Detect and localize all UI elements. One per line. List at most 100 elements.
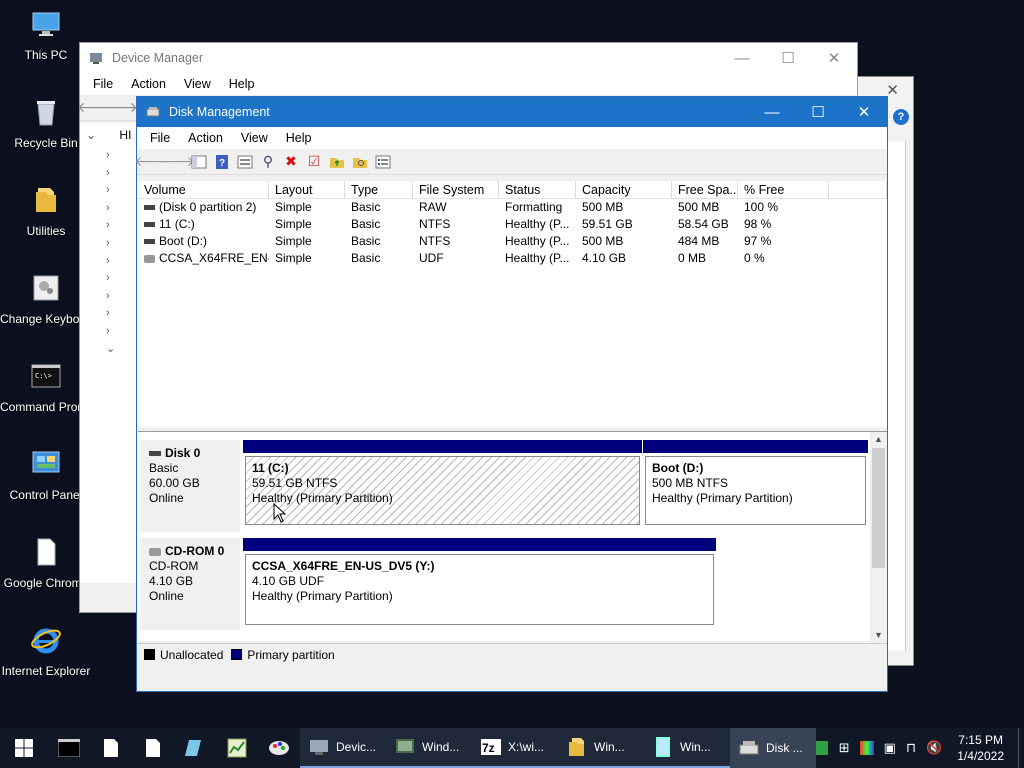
disk-management-titlebar[interactable]: Disk Management — ☐ ✕ xyxy=(137,97,887,127)
disk-name: CD-ROM 0 xyxy=(165,544,225,558)
taskbar-app-device-manager[interactable]: Devic... xyxy=(300,728,386,768)
network-icon[interactable]: ⊞ xyxy=(839,740,850,756)
close-icon[interactable]: ✕ xyxy=(886,81,899,99)
chevron-right-icon[interactable]: › xyxy=(106,305,115,323)
column-header-volume[interactable]: Volume xyxy=(138,181,269,198)
volume-type: Basic xyxy=(351,251,381,265)
chevron-right-icon[interactable]: › xyxy=(106,253,115,271)
partition-body: Boot (D:) 500 MB NTFS Healthy (Primary P… xyxy=(645,456,866,525)
scrollbar-thumb[interactable] xyxy=(872,448,885,568)
check-icon[interactable]: ☑ xyxy=(304,152,324,172)
start-button[interactable] xyxy=(0,728,48,768)
column-header-capacity[interactable]: Capacity xyxy=(576,181,672,198)
svg-text:?: ? xyxy=(219,158,225,169)
folder-up-icon[interactable] xyxy=(327,152,347,172)
forward-arrow-icon[interactable]: 🡒 xyxy=(157,152,195,172)
menu-action[interactable]: Action xyxy=(122,77,175,91)
table-row[interactable]: (Disk 0 partition 2) Simple Basic RAW Fo… xyxy=(138,199,887,216)
taskbar-pinned-file-1[interactable] xyxy=(90,728,132,768)
clock-date: 1/4/2022 xyxy=(957,749,1004,763)
volume-layout: Simple xyxy=(275,251,312,265)
menu-file[interactable]: File xyxy=(84,77,122,91)
delete-icon[interactable]: ✖ xyxy=(281,152,301,172)
disk-size: 60.00 GB xyxy=(149,476,200,490)
forward-arrow-icon[interactable]: 🡒 xyxy=(100,98,138,118)
chevron-right-icon[interactable]: › xyxy=(106,182,115,200)
taskbar-pinned-monitor[interactable] xyxy=(216,728,258,768)
monitor-tray-icon[interactable]: ▣ xyxy=(884,740,896,756)
menu-view[interactable]: View xyxy=(175,77,220,91)
volume-capacity: 500 MB xyxy=(582,234,624,248)
clock[interactable]: 7:15 PM 1/4/2022 xyxy=(957,732,1004,764)
disk-icon xyxy=(149,451,161,457)
notifications-icon[interactable] xyxy=(1018,728,1024,768)
usb-icon[interactable]: ⊓ xyxy=(906,740,916,756)
disk-management-window[interactable]: Disk Management — ☐ ✕ File Action View H… xyxy=(134,96,888,692)
scroll-up-icon[interactable]: ▲ xyxy=(870,432,887,446)
minimize-button[interactable]: — xyxy=(749,97,795,127)
column-header-type[interactable]: Type xyxy=(345,181,413,198)
volume-muted-icon[interactable]: 🔇 xyxy=(926,740,942,756)
close-button[interactable]: ✕ xyxy=(841,97,887,127)
tree-root[interactable]: ⌄ HI xyxy=(86,128,131,142)
table-row[interactable]: 11 (C:) Simple Basic NTFS Healthy (P... … xyxy=(138,216,887,233)
desktop-icon-internet-explorer[interactable]: Internet Explorer xyxy=(0,624,92,679)
taskbar-app-notepad[interactable]: Win... xyxy=(644,728,730,768)
cdrom-0-label[interactable]: CD-ROM 0 CD-ROM 4.10 GB Online xyxy=(140,538,240,630)
chevron-right-icon[interactable]: › xyxy=(106,288,115,306)
partition-c[interactable]: 11 (C:) 59.51 GB NTFS Healthy (Primary P… xyxy=(243,440,642,528)
taskbar-app-disk-management[interactable]: Disk ... xyxy=(730,728,816,768)
taskbar-pinned-notepad[interactable] xyxy=(174,728,216,768)
column-header-percent-free[interactable]: % Free xyxy=(738,181,829,198)
disk-pane-scrollbar[interactable]: ▲ ▼ xyxy=(870,432,887,642)
partition-d[interactable]: Boot (D:) 500 MB NTFS Healthy (Primary P… xyxy=(643,440,868,528)
close-button[interactable]: ✕ xyxy=(811,43,857,73)
connect-icon[interactable]: ⚲ xyxy=(258,152,278,172)
menu-view[interactable]: View xyxy=(232,131,277,145)
taskbar-app-windows-setup[interactable]: Wind... xyxy=(386,728,472,768)
console-tree-icon[interactable] xyxy=(189,152,209,172)
taskbar-pinned-file-2[interactable] xyxy=(132,728,174,768)
properties-icon[interactable] xyxy=(235,152,255,172)
chevron-down-icon[interactable]: ⌄ xyxy=(86,128,96,142)
scroll-down-icon[interactable]: ▼ xyxy=(870,628,887,642)
chevron-right-icon[interactable]: › xyxy=(106,270,115,288)
list-view-icon[interactable] xyxy=(373,152,393,172)
menu-help[interactable]: Help xyxy=(220,77,264,91)
column-header-layout[interactable]: Layout xyxy=(269,181,345,198)
minimize-button[interactable]: — xyxy=(719,43,765,73)
menu-action[interactable]: Action xyxy=(179,131,232,145)
chevron-right-icon[interactable]: › xyxy=(106,235,115,253)
help-icon[interactable]: ? xyxy=(893,109,909,125)
chevron-right-icon[interactable]: › xyxy=(106,323,115,341)
help-icon[interactable]: ? xyxy=(212,152,232,172)
chevron-right-icon[interactable]: › xyxy=(106,147,115,165)
partition-name: Boot (D:) xyxy=(652,461,704,475)
maximize-button[interactable]: ☐ xyxy=(765,43,811,73)
color-icon[interactable] xyxy=(859,741,874,755)
taskbar-pinned-cmd[interactable] xyxy=(48,728,90,768)
table-row[interactable]: CCSA_X64FRE_EN-... Simple Basic UDF Heal… xyxy=(138,250,887,267)
legend: Unallocated Primary partition xyxy=(138,643,887,665)
menu-help[interactable]: Help xyxy=(277,131,321,145)
chevron-right-icon[interactable]: › xyxy=(106,217,115,235)
partition-y[interactable]: CCSA_X64FRE_EN-US_DV5 (Y:) 4.10 GB UDF H… xyxy=(243,538,716,628)
taskbar-app-folder[interactable]: Win... xyxy=(558,728,644,768)
search-folder-icon[interactable] xyxy=(350,152,370,172)
column-header-status[interactable]: Status xyxy=(499,181,576,198)
column-header-file-system[interactable]: File System xyxy=(413,181,499,198)
chevron-right-icon[interactable]: › xyxy=(106,200,115,218)
disk-0-label[interactable]: Disk 0 Basic 60.00 GB Online xyxy=(140,440,240,532)
chevron-down-icon[interactable]: ⌄ xyxy=(106,341,115,359)
menu-file[interactable]: File xyxy=(141,131,179,145)
tray-green-icon[interactable] xyxy=(815,741,828,755)
device-manager-titlebar[interactable]: Device Manager — ☐ ✕ xyxy=(80,43,857,73)
column-header-free-space[interactable]: Free Spa... xyxy=(672,181,738,198)
volume-name: 11 (C:) xyxy=(159,217,195,231)
partition-status: Healthy (Primary Partition) xyxy=(252,589,393,603)
taskbar-app-7zip[interactable]: 7z X:\wi... xyxy=(472,728,558,768)
table-row[interactable]: Boot (D:) Simple Basic NTFS Healthy (P..… xyxy=(138,233,887,250)
taskbar-pinned-paint[interactable] xyxy=(258,728,300,768)
maximize-button[interactable]: ☐ xyxy=(795,97,841,127)
chevron-right-icon[interactable]: › xyxy=(106,165,115,183)
